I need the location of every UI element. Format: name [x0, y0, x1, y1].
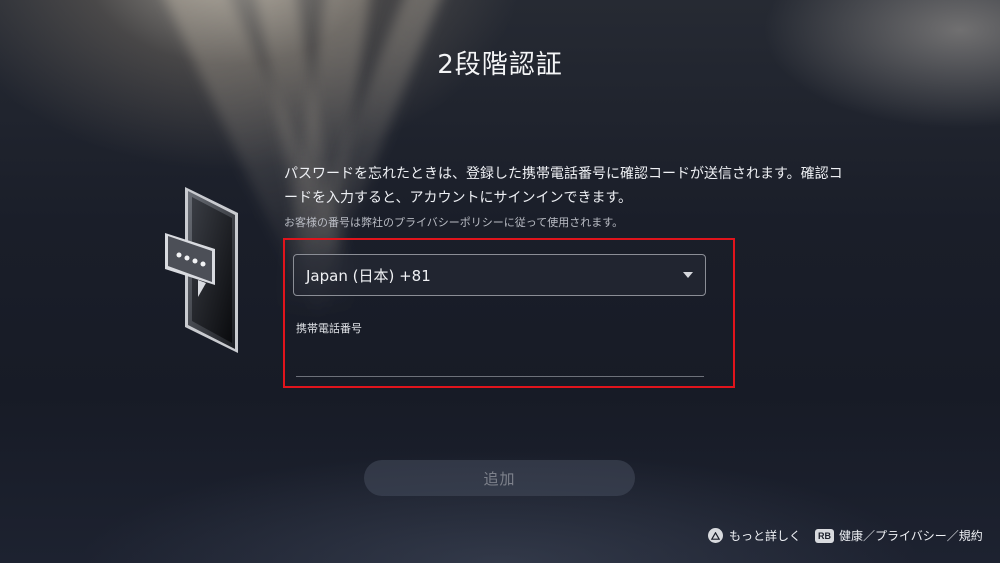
phone-security-icon: [165, 187, 238, 353]
country-code-select[interactable]: Japan (日本) +81: [293, 254, 706, 296]
legal-label: 健康／プライバシー／規約: [839, 529, 983, 543]
country-select-value: Japan (日本) +81: [306, 266, 431, 285]
page-title: 2段階認証: [437, 50, 563, 80]
description-text: パスワードを忘れたときは、登録した携帯電話番号に確認コードが送信されます。確認コ…: [284, 166, 843, 206]
chevron-down-icon: [683, 272, 693, 278]
phone-number-label: 携帯電話番号: [296, 322, 362, 335]
privacy-note: お客様の番号は弊社のプライバシーポリシーに従って使用されます。: [284, 216, 624, 229]
rb-button-icon: RB: [815, 528, 834, 543]
triangle-button-icon: [708, 528, 723, 543]
more-info-button[interactable]: もっと詳しく: [708, 527, 801, 544]
add-button[interactable]: 追加: [364, 460, 635, 496]
more-info-label: もっと詳しく: [729, 529, 802, 543]
legal-button[interactable]: RB 健康／プライバシー／規約: [815, 527, 983, 544]
phone-number-input[interactable]: [296, 340, 704, 377]
